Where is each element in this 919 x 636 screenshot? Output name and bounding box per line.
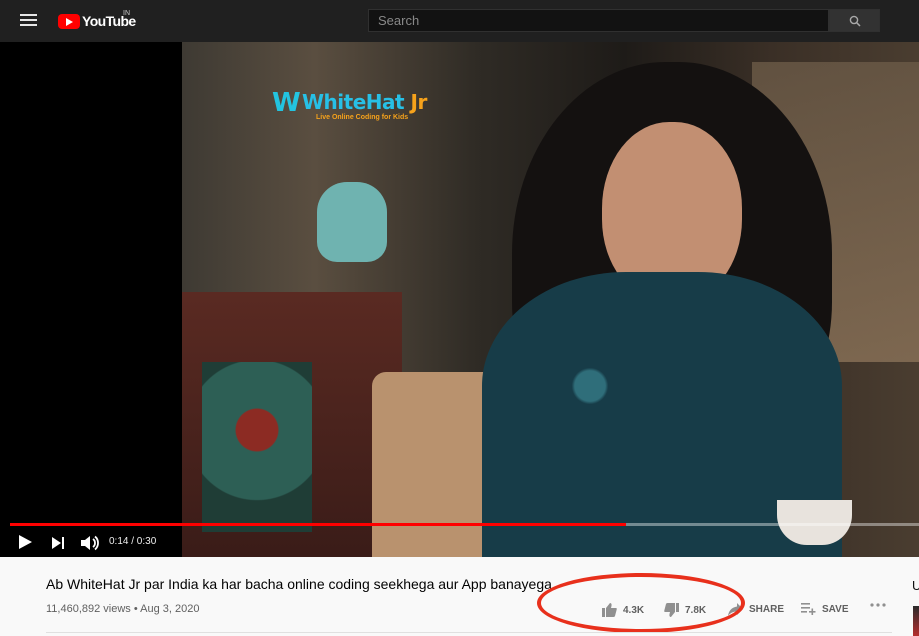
- brand-tagline: Live Online Coding for Kids: [316, 114, 409, 121]
- youtube-logo[interactable]: YouTube IN: [58, 10, 136, 31]
- time-display: 0:14 / 0:30: [109, 536, 157, 547]
- dislike-count: 7.8K: [685, 604, 707, 616]
- more-actions-button[interactable]: [870, 603, 892, 607]
- whitehat-jr-watermark: W WhiteHat Jr Live Online Coding for Kid…: [272, 82, 442, 127]
- sidebar-partial-text: U: [912, 578, 919, 593]
- progress-bar[interactable]: [10, 523, 919, 526]
- top-bar: YouTube IN Search: [0, 0, 919, 42]
- thumbs-down-icon: [664, 603, 679, 617]
- dislike-button[interactable]: 7.8K: [664, 603, 706, 617]
- save-label: SAVE: [822, 603, 849, 615]
- video-title: Ab WhiteHat Jr par India ka har bacha on…: [46, 576, 552, 592]
- scene-vase: [317, 182, 387, 262]
- whitehat-logo-icon: W: [272, 88, 301, 118]
- share-icon: [728, 603, 743, 616]
- like-count: 4.3K: [623, 604, 645, 616]
- more-icon: [870, 603, 886, 607]
- like-button[interactable]: 4.3K: [602, 603, 644, 617]
- search-button[interactable]: [829, 9, 880, 32]
- country-code: IN: [123, 10, 130, 17]
- divider: [46, 632, 892, 633]
- next-icon[interactable]: [52, 536, 66, 550]
- youtube-play-icon: [58, 13, 80, 29]
- share-button[interactable]: SHARE: [728, 603, 784, 616]
- video-player[interactable]: W WhiteHat Jr Live Online Coding for Kid…: [0, 42, 919, 557]
- save-button[interactable]: SAVE: [801, 603, 849, 615]
- add-to-playlist-icon: [801, 603, 816, 615]
- play-icon[interactable]: [19, 535, 33, 551]
- sidebar-partial-thumbnail[interactable]: [913, 606, 919, 636]
- thumbs-up-icon: [602, 603, 617, 617]
- view-count-and-date: 11,460,892 views • Aug 3, 2020: [46, 603, 200, 615]
- hamburger-menu-icon[interactable]: [20, 14, 37, 27]
- volume-icon[interactable]: [80, 534, 100, 552]
- search-icon: [849, 15, 861, 27]
- scene-cabinet-panel: [202, 362, 312, 532]
- brand-name: WhiteHat Jr: [302, 90, 427, 114]
- share-label: SHARE: [749, 604, 785, 615]
- progress-bar-fill: [10, 523, 627, 526]
- search-input[interactable]: Search: [368, 9, 829, 32]
